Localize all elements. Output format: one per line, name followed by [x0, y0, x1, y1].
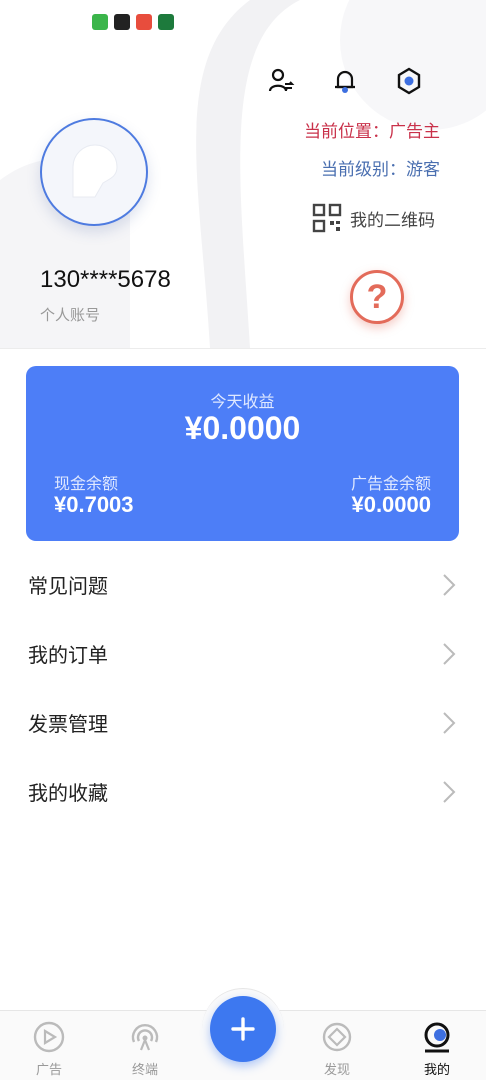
chevron-right-icon [443, 711, 456, 734]
menu-item-label: 常见问题 [28, 574, 108, 598]
chevron-right-icon [443, 642, 456, 665]
ad-balance-label: 广告金余额 [350, 474, 431, 493]
nav-tab-label: 终端 [131, 1063, 158, 1078]
menu-item-invoices[interactable]: 发票管理 [0, 688, 486, 757]
today-earnings-label: 今天收益 [210, 392, 275, 411]
status-bar-app-icons [92, 14, 174, 30]
nav-tab-terminal[interactable]: 终端 [110, 1019, 180, 1078]
nav-tab-label: 发现 [323, 1063, 350, 1078]
play-icon [33, 1021, 65, 1053]
help-button[interactable]: ? [350, 270, 404, 324]
account-number: 130****5678 [40, 266, 171, 293]
nav-tab-mine[interactable]: 我的 [402, 1019, 472, 1078]
discover-icon [322, 1022, 352, 1052]
menu-item-favorites[interactable]: 我的收藏 [0, 757, 486, 826]
chevron-right-icon [443, 780, 456, 803]
qr-code-icon [312, 203, 342, 233]
cash-balance-value: ¥0.7003 [54, 492, 134, 517]
switch-user-button[interactable] [264, 64, 298, 98]
account-label: 个人账号 [40, 306, 101, 324]
menu-item-label: 我的订单 [28, 643, 108, 667]
nav-tab-label: 我的 [423, 1063, 450, 1078]
qr-code-button[interactable]: 我的二维码 [312, 203, 435, 233]
nav-tab-discover[interactable]: 发现 [302, 1019, 372, 1078]
plus-icon [231, 1017, 255, 1041]
menu-item-label: 发票管理 [28, 712, 108, 736]
broadcast-icon [131, 1024, 159, 1051]
user-info: 当前位置：广告主 当前级别：游客 [304, 120, 440, 196]
current-position: 当前位置：广告主 [304, 122, 440, 142]
earnings-card[interactable]: 今天收益 ¥0.0000 现金余额 ¥0.7003 广告金余额 ¥0.0000 [26, 366, 459, 541]
profile-icon [424, 1022, 450, 1053]
menu-item-faq[interactable]: 常见问题 [0, 550, 486, 619]
chevron-right-icon [443, 573, 456, 596]
notification-button[interactable] [328, 64, 362, 98]
app-icon [158, 14, 174, 30]
gear-icon [397, 67, 421, 95]
app-icon [92, 14, 108, 30]
profile-header: 130****5678 个人账号 当前位置：广告主 当前级别：游客 我的二维码 … [0, 0, 486, 348]
ad-balance-value: ¥0.0000 [351, 492, 431, 517]
divider [0, 348, 486, 349]
default-avatar-icon [72, 144, 118, 198]
menu-item-orders[interactable]: 我的订单 [0, 619, 486, 688]
current-level: 当前级别：游客 [321, 160, 440, 180]
user-switch-icon [268, 68, 295, 92]
qr-code-label: 我的二维码 [350, 210, 435, 231]
app-icon [114, 14, 130, 30]
help-icon: ? [366, 277, 388, 316]
settings-button[interactable] [392, 64, 426, 98]
menu-item-label: 我的收藏 [28, 781, 108, 805]
nav-tab-ads[interactable]: 广告 [14, 1019, 84, 1078]
avatar[interactable] [40, 118, 148, 226]
nav-tab-label: 广告 [35, 1063, 62, 1078]
menu-list: 常见问题 我的订单 发票管理 我的收藏 [0, 550, 486, 826]
add-button[interactable] [210, 996, 276, 1062]
app-icon [136, 14, 152, 30]
bell-icon [335, 70, 355, 93]
today-earnings-value: ¥0.0000 [184, 410, 301, 446]
cash-balance-label: 现金余额 [54, 474, 119, 493]
